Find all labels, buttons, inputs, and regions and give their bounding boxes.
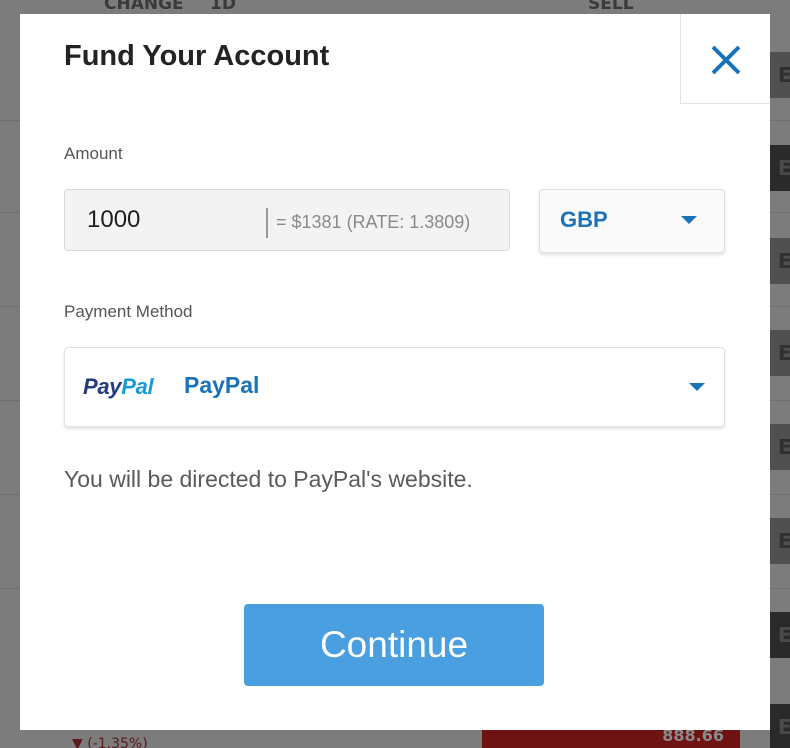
background-sell-button: 888.66 [482,726,740,748]
continue-button[interactable]: Continue [244,604,544,686]
background-header-sell: SELL [588,0,634,14]
chevron-down-icon [681,216,697,224]
payment-method-selected: PayPal [184,372,260,398]
close-icon [711,45,741,75]
currency-dropdown[interactable]: GBP [539,189,725,253]
chevron-down-icon [689,383,705,391]
amount-field[interactable]: 1000 = $1381 (RATE: 1.3809) [64,189,510,251]
amount-input-value[interactable]: 1000 [87,206,140,234]
background-side-tab: E [770,424,790,470]
payment-method-dropdown[interactable]: PayPal PayPal [64,347,725,427]
paypal-logo-icon: PayPal [83,374,154,399]
background-side-tab: E [770,52,790,98]
modal-title: Fund Your Account [64,40,330,72]
background-side-tab: E [770,704,790,748]
background-side-tab: E [770,330,790,376]
background-side-tab: E [770,518,790,564]
background-header-period: 1D [210,0,236,14]
amount-label: Amount [64,144,123,163]
background-side-tab: E [770,145,790,191]
background-table-header: CHANGE 1D SELL [0,0,790,14]
background-change-value: ▼ (-1.35%) [72,736,148,748]
close-button[interactable] [680,14,770,104]
amount-conversion: = $1381 (RATE: 1.3809) [276,212,471,232]
currency-selected: GBP [560,207,608,232]
background-header-change: CHANGE [104,0,184,14]
text-cursor [266,208,268,238]
background-side-tab: E [770,612,790,658]
payment-method-label: Payment Method [64,302,193,321]
fund-account-modal: Fund Your Account Amount 1000 = $1381 (R… [20,14,770,730]
background-side-tab: E [770,238,790,284]
redirect-note: You will be directed to PayPal's website… [64,466,473,492]
